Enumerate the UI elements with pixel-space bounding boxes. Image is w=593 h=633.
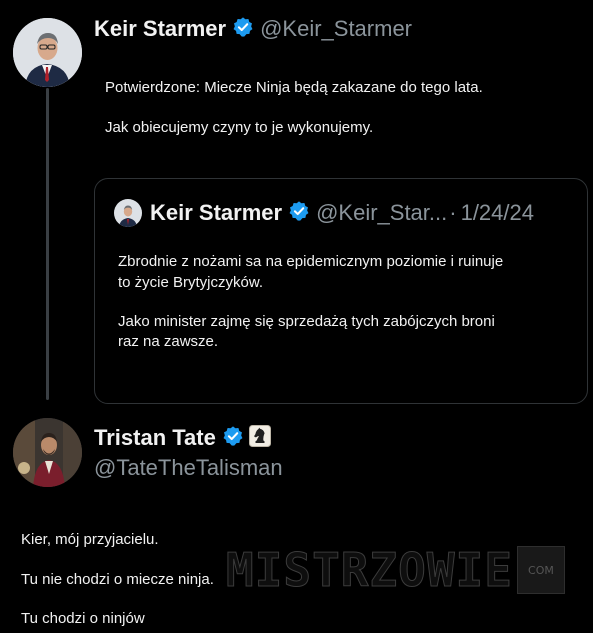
tweet-text-line-2: Jak obiecujemy czyny to je wykonujemy.	[105, 119, 374, 136]
tweet-text-line-1: Potwierdzone: Miecze Ninja będą zakazane…	[105, 79, 483, 96]
tristan-tate-avatar[interactable]	[13, 418, 82, 487]
quoted-text-line-1: Zbrodnie z nożami sa na epidemicznym poz…	[118, 253, 504, 270]
chess-knight-icon	[248, 424, 271, 452]
watermark-text: MISTRZOWIE	[226, 543, 513, 597]
reply-author-row: Tristan Tate	[94, 424, 271, 452]
quoted-author-name[interactable]: Keir Starmer	[150, 200, 282, 226]
tweet-author-handle[interactable]: @Keir_Starmer	[260, 16, 412, 42]
verified-badge-icon	[232, 16, 254, 43]
quoted-date-separator: ·	[449, 200, 457, 225]
reply-author-name[interactable]: Tristan Tate	[94, 425, 216, 451]
reply-author-handle[interactable]: @TateTheTalisman	[94, 455, 283, 481]
tweet-author-name[interactable]: Keir Starmer	[94, 16, 226, 42]
quoted-author-row: Keir Starmer @Keir_Star... · 1/24/24	[150, 199, 534, 227]
tweet-author-row: Keir Starmer @Keir_Starmer	[94, 14, 412, 44]
verified-badge-icon	[288, 200, 310, 227]
reply-text-line-2: Tu nie chodzi o miecze ninja.	[21, 571, 214, 588]
reply-text-line-1: Kier, mój przyjacielu.	[21, 531, 159, 548]
reply-text-line-3: Tu chodzi o ninjów	[21, 610, 145, 627]
verified-badge-icon	[222, 425, 244, 452]
quoted-author-avatar	[114, 199, 142, 227]
watermark-domain-box: COM	[516, 546, 565, 594]
quoted-text-line-4: raz na zawsze.	[118, 333, 219, 350]
thread-connector-line	[46, 88, 49, 400]
quoted-tweet-date[interactable]: 1/24/24	[461, 200, 534, 226]
quoted-text-line-3: Jako minister zajmę się sprzedażą tych z…	[118, 313, 495, 330]
quoted-author-handle[interactable]: @Keir_Star...	[316, 200, 447, 226]
site-watermark: MISTRZOWIE COM	[226, 543, 565, 597]
keir-starmer-avatar[interactable]	[13, 18, 82, 87]
quoted-text-line-2: to życie Brytyjczyków.	[118, 274, 264, 291]
